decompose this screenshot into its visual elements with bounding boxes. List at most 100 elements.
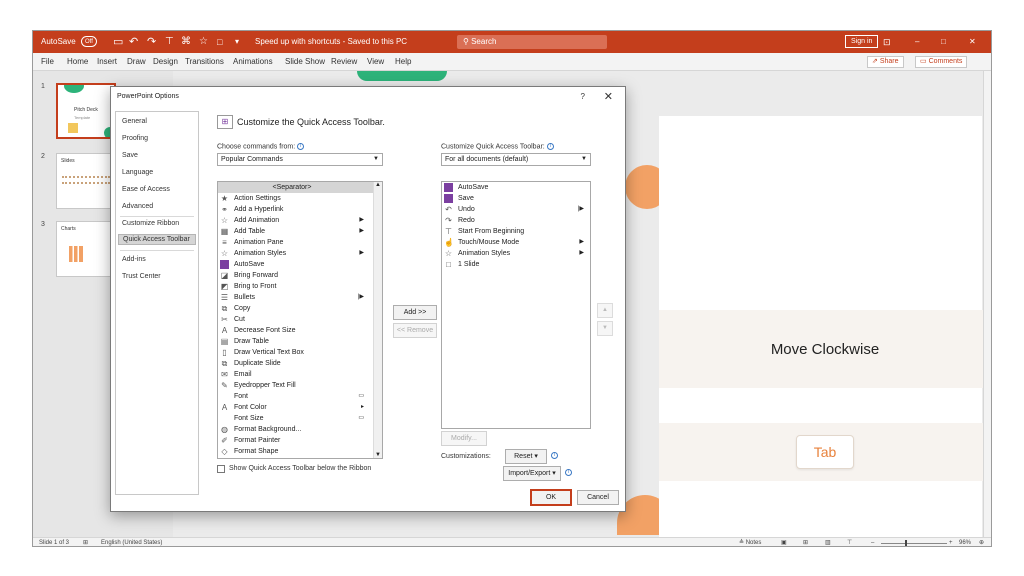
command-format-painter[interactable]: ✐ Format Painter bbox=[218, 435, 382, 446]
toolbar-items-list[interactable]: AutoSave Save ↶ Undo |▶ ↷ Redo ⊤ Start From … bbox=[441, 181, 591, 429]
scroll-down-icon[interactable]: ▼ bbox=[375, 452, 381, 458]
nav-add-ins[interactable]: Add-ins bbox=[122, 256, 146, 263]
format-painter-icon[interactable]: ⌘ bbox=[181, 31, 191, 53]
command-add-table[interactable]: ▦ Add Table ▶ bbox=[218, 226, 382, 237]
toolbar-item-redo[interactable]: ↷ Redo bbox=[442, 215, 590, 226]
save-icon[interactable]: ▭ bbox=[113, 31, 123, 53]
ok-button[interactable]: OK bbox=[530, 489, 572, 506]
restore-button[interactable]: □ bbox=[941, 31, 946, 53]
show-below-ribbon-checkbox[interactable] bbox=[217, 465, 225, 473]
minimize-button[interactable]: – bbox=[915, 31, 919, 53]
nav-save[interactable]: Save bbox=[122, 152, 138, 159]
command-bullets[interactable]: ☰ Bullets |▶ bbox=[218, 292, 382, 303]
command-decrease-font-size[interactable]: A Decrease Font Size bbox=[218, 325, 382, 336]
move-down-button[interactable]: ▼ bbox=[597, 321, 613, 336]
comments-button[interactable]: ▭ Comments bbox=[915, 56, 968, 68]
reset-button[interactable]: Reset ▾ bbox=[505, 449, 547, 464]
import-export-button[interactable]: Import/Export ▾ bbox=[503, 466, 561, 481]
toolbar-item-animation-styles[interactable]: ☆ Animation Styles ▶ bbox=[442, 248, 590, 259]
toolbar-item-autosave[interactable]: AutoSave bbox=[442, 182, 590, 193]
zoom-slider[interactable] bbox=[881, 543, 947, 544]
choose-commands-dropdown[interactable]: Popular Commands ▼ bbox=[217, 153, 383, 166]
command-eyedropper[interactable]: ✎ Eyedropper Text Fill bbox=[218, 380, 382, 391]
animation-icon[interactable]: ☆ bbox=[199, 31, 208, 53]
help-button[interactable]: ? bbox=[581, 92, 585, 101]
command-action-settings[interactable]: ★ Action Settings bbox=[218, 193, 382, 204]
fit-slide-icon[interactable]: ⊕ bbox=[979, 538, 984, 546]
menu-design[interactable]: Design bbox=[153, 53, 178, 71]
menu-view[interactable]: View bbox=[367, 53, 384, 71]
command-bring-to-front[interactable]: ◩ Bring to Front bbox=[218, 281, 382, 292]
customize-toolbar-icon[interactable]: ▾ bbox=[235, 31, 239, 53]
close-window-button[interactable]: ✕ bbox=[969, 31, 976, 53]
vertical-scrollbar[interactable] bbox=[983, 71, 991, 537]
menu-draw[interactable]: Draw bbox=[127, 53, 146, 71]
command-add-animation[interactable]: ☆ Add Animation ▶ bbox=[218, 215, 382, 226]
notes-button[interactable]: ≜ Notes bbox=[739, 538, 761, 546]
cancel-button[interactable]: Cancel bbox=[577, 490, 619, 505]
normal-view-icon[interactable]: ▣ bbox=[781, 538, 787, 546]
menu-animations[interactable]: Animations bbox=[233, 53, 273, 71]
info-icon[interactable]: i bbox=[546, 143, 554, 150]
toolbar-item-start-from-beginning[interactable]: ⊤ Start From Beginning bbox=[442, 226, 590, 237]
language-status[interactable]: English (United States) bbox=[101, 538, 162, 546]
nav-customize-ribbon[interactable]: Customize Ribbon bbox=[122, 220, 179, 227]
menu-slide-show[interactable]: Slide Show bbox=[285, 53, 325, 71]
share-button[interactable]: ⇗ Share bbox=[867, 56, 904, 68]
command-add-hyperlink[interactable]: ⚭ Add a Hyperlink bbox=[218, 204, 382, 215]
modify-button[interactable]: Modify... bbox=[441, 431, 487, 446]
nav-trust-center[interactable]: Trust Center bbox=[122, 273, 161, 280]
move-up-button[interactable]: ▲ bbox=[597, 303, 613, 318]
command-draw-vertical-text-box[interactable]: ▯ Draw Vertical Text Box bbox=[218, 347, 382, 358]
slideshow-icon[interactable]: ⊤ bbox=[847, 538, 852, 546]
command-autosave[interactable]: AutoSave bbox=[218, 259, 382, 270]
command-font-color[interactable]: A Font Color ▸ bbox=[218, 402, 382, 413]
command-animation-styles[interactable]: ☆ Animation Styles ▶ bbox=[218, 248, 382, 259]
nav-language[interactable]: Language bbox=[122, 169, 153, 176]
command-format-background[interactable]: ◍ Format Background... bbox=[218, 424, 382, 435]
command-font[interactable]: Font ▭ bbox=[218, 391, 382, 402]
info-icon[interactable]: i bbox=[297, 143, 305, 150]
command-duplicate-slide[interactable]: ⧉ Duplicate Slide bbox=[218, 358, 382, 369]
reading-view-icon[interactable]: ▥ bbox=[825, 538, 831, 546]
command-animation-pane[interactable]: ≡ Animation Pane bbox=[218, 237, 382, 248]
undo-icon[interactable]: ↶ bbox=[129, 31, 138, 53]
add-button[interactable]: Add >> bbox=[393, 305, 437, 320]
zoom-out-icon[interactable]: – bbox=[871, 538, 874, 546]
nav-general[interactable]: General bbox=[122, 118, 147, 125]
nav-proofing[interactable]: Proofing bbox=[122, 135, 148, 142]
nav-quick-access-toolbar[interactable]: Quick Access Toolbar bbox=[118, 234, 196, 245]
toolbar-item-1-slide[interactable]: □ 1 Slide bbox=[442, 259, 590, 270]
command-cut[interactable]: ✂ Cut bbox=[218, 314, 382, 325]
zoom-level[interactable]: 96% bbox=[959, 538, 971, 546]
accessibility-icon[interactable]: ⊞ bbox=[83, 538, 88, 546]
ribbon-display-icon[interactable]: ⊡ bbox=[883, 31, 891, 53]
customize-toolbar-dropdown[interactable]: For all documents (default) ▼ bbox=[441, 153, 591, 166]
info-icon[interactable]: i bbox=[551, 452, 558, 459]
dialog-close-button[interactable]: ✕ bbox=[604, 90, 613, 103]
zoom-slider-thumb[interactable] bbox=[905, 540, 907, 546]
command-format-shape[interactable]: ◇ Format Shape bbox=[218, 446, 382, 457]
menu-transitions[interactable]: Transitions bbox=[185, 53, 224, 71]
slide-thumbnail-1[interactable]: Pitch Deck Template bbox=[56, 83, 116, 139]
command-draw-table[interactable]: ▤ Draw Table bbox=[218, 336, 382, 347]
menu-file[interactable]: File bbox=[41, 53, 54, 71]
slide-thumbnail-3[interactable]: Charts bbox=[56, 221, 116, 277]
menu-review[interactable]: Review bbox=[331, 53, 357, 71]
command-email[interactable]: ✉ Email bbox=[218, 369, 382, 380]
menu-help[interactable]: Help bbox=[395, 53, 411, 71]
menu-home[interactable]: Home bbox=[67, 53, 88, 71]
info-icon[interactable]: i bbox=[565, 469, 572, 476]
autosave-toggle[interactable]: Off bbox=[81, 31, 97, 53]
nav-advanced[interactable]: Advanced bbox=[122, 203, 153, 210]
toolbar-item-undo[interactable]: ↶ Undo |▶ bbox=[442, 204, 590, 215]
present-icon[interactable]: ⊤ bbox=[165, 31, 174, 53]
remove-button[interactable]: << Remove bbox=[393, 323, 437, 338]
command-separator[interactable]: <Separator> bbox=[218, 182, 382, 193]
nav-ease-of-access[interactable]: Ease of Access bbox=[122, 186, 170, 193]
toolbar-item-save[interactable]: Save bbox=[442, 193, 590, 204]
slide-icon[interactable]: □ bbox=[217, 31, 222, 53]
redo-icon[interactable]: ↷ bbox=[147, 31, 156, 53]
slide-thumbnail-2[interactable]: Slides bbox=[56, 153, 116, 209]
menu-insert[interactable]: Insert bbox=[97, 53, 117, 71]
